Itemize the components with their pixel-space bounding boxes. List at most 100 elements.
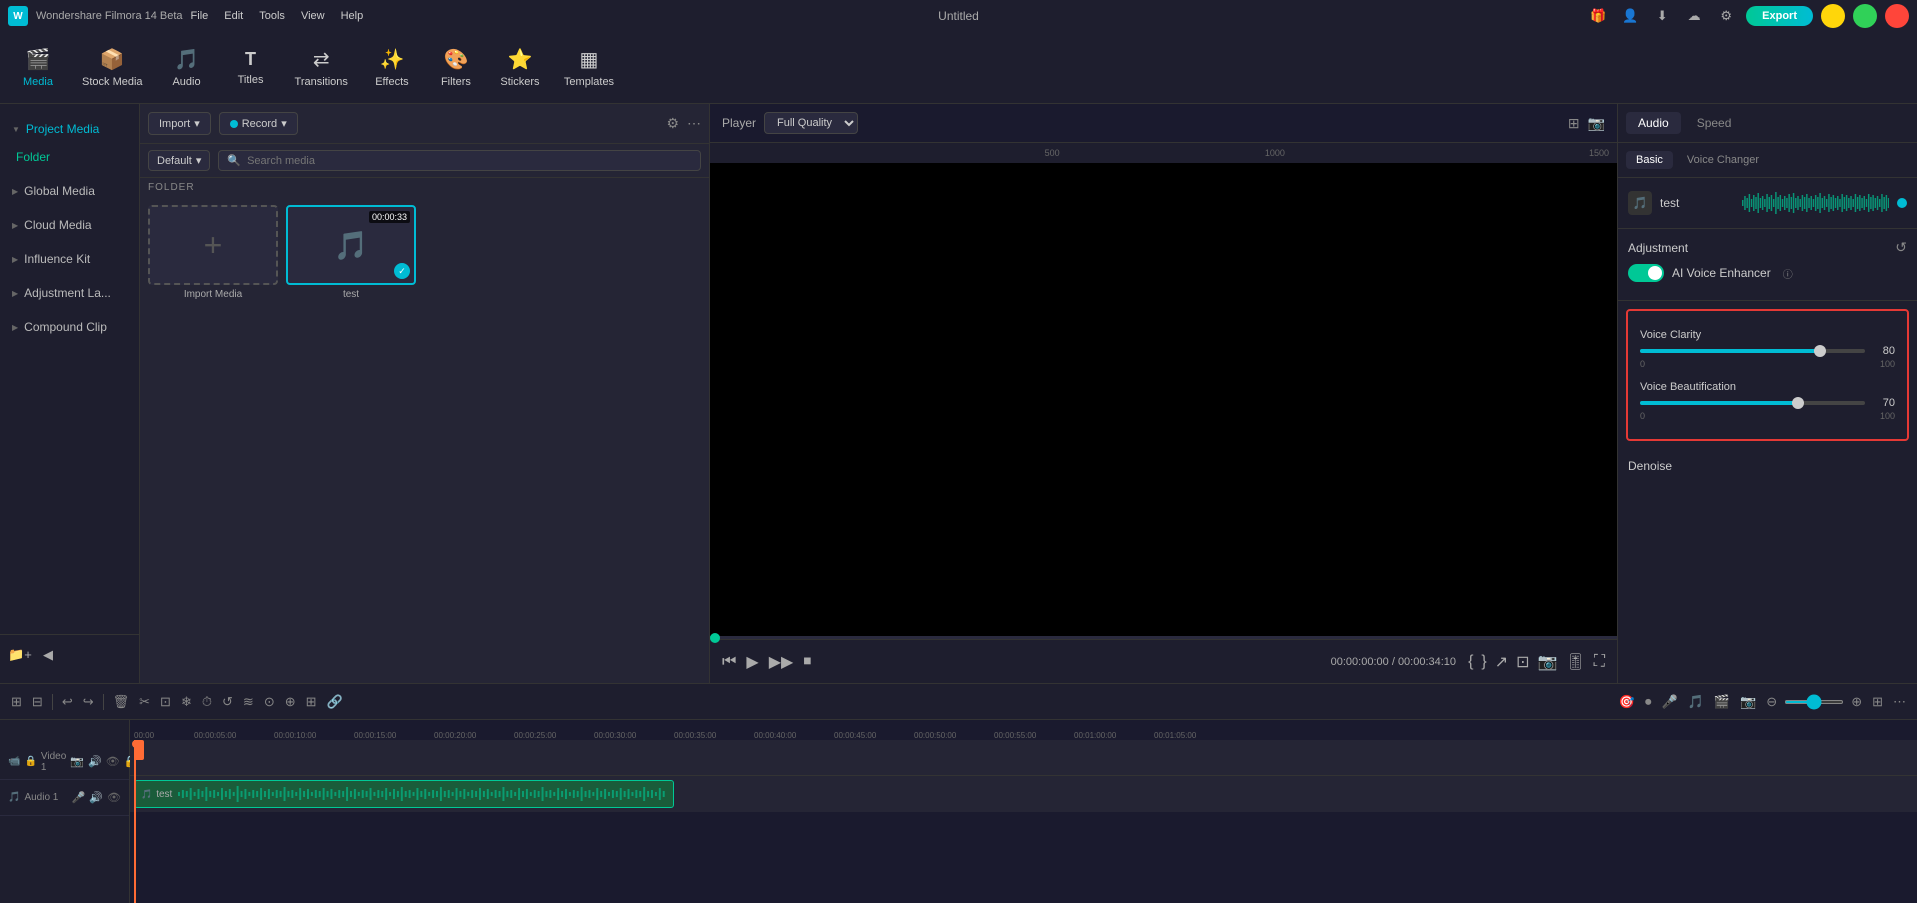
crop-button[interactable]: ⊡	[1516, 652, 1529, 672]
collapse-sidebar-icon[interactable]: ◀	[36, 643, 60, 667]
stop-button[interactable]: ⏹	[803, 653, 811, 671]
audio-mic-icon[interactable]: 🎤	[72, 791, 86, 804]
toolbar-effects[interactable]: ✨ Effects	[362, 41, 422, 94]
video-speaker-icon[interactable]: 🔊	[88, 755, 102, 768]
toolbar-titles[interactable]: T Titles	[221, 43, 281, 92]
sidebar-item-global-media[interactable]: ▶ Global Media	[0, 174, 139, 208]
tl-copy-button[interactable]: ⊕	[282, 691, 299, 713]
test-audio-item[interactable]: 00:00:33 🎵 ✓ test	[286, 205, 416, 300]
toolbar-filters[interactable]: 🎨 Filters	[426, 41, 486, 94]
tl-pip-button[interactable]: 🎬	[1711, 691, 1733, 713]
skip-back-button[interactable]: ⏮	[722, 653, 736, 671]
split-view-icon[interactable]: ⊞	[1568, 115, 1580, 132]
audio-eye-icon[interactable]: 👁	[107, 791, 121, 804]
voice-beautification-slider[interactable]	[1640, 401, 1865, 405]
folder-label[interactable]: Folder	[16, 150, 50, 164]
tl-screenshot-button[interactable]: 📷	[1737, 691, 1759, 713]
tl-more-button[interactable]: ⋯	[1890, 691, 1909, 713]
sidebar-item-cloud-media[interactable]: ▶ Cloud Media	[0, 208, 139, 242]
sidebar-item-project-media[interactable]: ▼ Project Media	[0, 112, 139, 146]
tl-undo-button[interactable]: ↩	[59, 691, 76, 713]
adjustment-reset-icon[interactable]: ↺	[1895, 239, 1907, 256]
mark-in-button[interactable]: {	[1468, 653, 1473, 671]
video-camera-icon[interactable]: 📷	[70, 755, 84, 768]
subtab-basic[interactable]: Basic	[1626, 151, 1673, 169]
toolbar-stickers[interactable]: ⭐ Stickers	[490, 41, 550, 94]
menu-edit[interactable]: Edit	[224, 10, 243, 22]
tl-cut-button[interactable]: ✂	[136, 691, 153, 713]
tl-audio2-button[interactable]: 🎵	[1685, 691, 1707, 713]
tab-audio[interactable]: Audio	[1626, 112, 1681, 134]
record-button[interactable]: Record ▾	[219, 112, 298, 135]
tl-rotate-button[interactable]: ↺	[219, 691, 236, 713]
subtab-voice-changer[interactable]: Voice Changer	[1677, 151, 1769, 169]
more-button[interactable]: ⋯	[687, 115, 701, 132]
ai-voice-enhancer-toggle[interactable]	[1628, 264, 1664, 282]
tl-grid-button[interactable]: ⊞	[1869, 691, 1886, 713]
audio-clip-timeline[interactable]: 🎵 test	[134, 780, 674, 808]
tl-link-button[interactable]: 🔗	[324, 691, 346, 713]
tl-speed-button[interactable]: ⏱	[199, 691, 215, 713]
menu-view[interactable]: View	[301, 10, 325, 22]
sidebar-item-adjustment-layer[interactable]: ▶ Adjustment La...	[0, 276, 139, 310]
tab-speed[interactable]: Speed	[1685, 112, 1744, 134]
toolbar-stock-media[interactable]: 📦 Stock Media	[72, 41, 153, 94]
toolbar-transitions[interactable]: ⇄ Transitions	[285, 41, 358, 94]
quality-select[interactable]: Full Quality	[764, 112, 858, 134]
player-progress-bar[interactable]	[710, 636, 1617, 639]
toolbar-audio[interactable]: 🎵 Audio	[157, 41, 217, 94]
play-button[interactable]: ▶	[746, 652, 758, 672]
tl-redo-button[interactable]: ↪	[80, 691, 97, 713]
playhead[interactable]	[134, 740, 136, 903]
audio-speaker-icon2[interactable]: 🔊	[89, 791, 103, 804]
download-icon[interactable]: ⬇	[1650, 4, 1674, 28]
profile-icon[interactable]: 👤	[1618, 4, 1642, 28]
tl-plus-button[interactable]: ⊕	[1848, 691, 1865, 713]
tl-minus-button[interactable]: ⊖	[1763, 691, 1780, 713]
notification-icon[interactable]: 🎁	[1586, 4, 1610, 28]
menu-tools[interactable]: Tools	[259, 10, 285, 22]
tl-record-button[interactable]: ⏺	[1642, 691, 1655, 713]
export-button[interactable]: Export	[1746, 6, 1813, 26]
tl-split-audio-button[interactable]: ⊙	[261, 691, 278, 713]
tl-audio-button[interactable]: ≋	[240, 691, 257, 713]
progress-dot[interactable]	[710, 633, 720, 643]
sidebar-item-influence-kit[interactable]: ▶ Influence Kit	[0, 242, 139, 276]
extract-button[interactable]: ↗	[1495, 652, 1508, 672]
menu-file[interactable]: File	[191, 10, 209, 22]
maximize-button[interactable]	[1853, 4, 1877, 28]
mark-out-button[interactable]: }	[1481, 653, 1486, 671]
sidebar-item-compound-clip[interactable]: ▶ Compound Clip	[0, 310, 139, 344]
screenshot-icon[interactable]: 📷	[1588, 115, 1605, 132]
tl-paste-button[interactable]: ⊞	[303, 691, 320, 713]
test-audio-thumb[interactable]: 00:00:33 🎵 ✓	[286, 205, 416, 285]
tl-crop-button[interactable]: ⊡	[157, 691, 174, 713]
tl-delete-button[interactable]: 🗑	[110, 691, 133, 713]
new-folder-icon[interactable]: 📁+	[8, 643, 32, 667]
toolbar-media[interactable]: 🎬 Media	[8, 41, 68, 94]
audio-meter-button[interactable]: 🎚	[1565, 652, 1585, 672]
tl-freeze-button[interactable]: ❄	[178, 691, 195, 713]
voice-clarity-slider[interactable]	[1640, 349, 1865, 353]
tl-zoom-slider[interactable]	[1784, 700, 1844, 704]
play-forward-button[interactable]: ▶▶	[769, 652, 794, 672]
video-eye-icon[interactable]: 👁	[106, 755, 120, 768]
import-button[interactable]: Import ▾	[148, 112, 211, 135]
snapshot-button[interactable]: 📷	[1538, 652, 1558, 672]
import-thumb[interactable]: +	[148, 205, 278, 285]
fullscreen-button[interactable]: ⛶	[1594, 653, 1605, 671]
ai-info-icon[interactable]: ⓘ	[1783, 266, 1793, 281]
menu-help[interactable]: Help	[341, 10, 364, 22]
filter-button[interactable]: ⚙	[666, 115, 679, 132]
toolbar-templates[interactable]: ▦ Templates	[554, 41, 624, 94]
tl-select-button[interactable]: ⊟	[29, 691, 46, 713]
sort-select[interactable]: Default ▾	[148, 150, 210, 171]
cloud-icon[interactable]: ☁	[1682, 4, 1706, 28]
settings-icon[interactable]: ⚙	[1714, 4, 1738, 28]
search-input[interactable]	[247, 155, 692, 167]
tl-voice-button[interactable]: 🎤	[1659, 691, 1681, 713]
minimize-button[interactable]	[1821, 4, 1845, 28]
close-button[interactable]	[1885, 4, 1909, 28]
tl-zoom-in-button[interactable]: 🎯	[1616, 691, 1638, 713]
tl-snap-button[interactable]: ⊞	[8, 691, 25, 713]
